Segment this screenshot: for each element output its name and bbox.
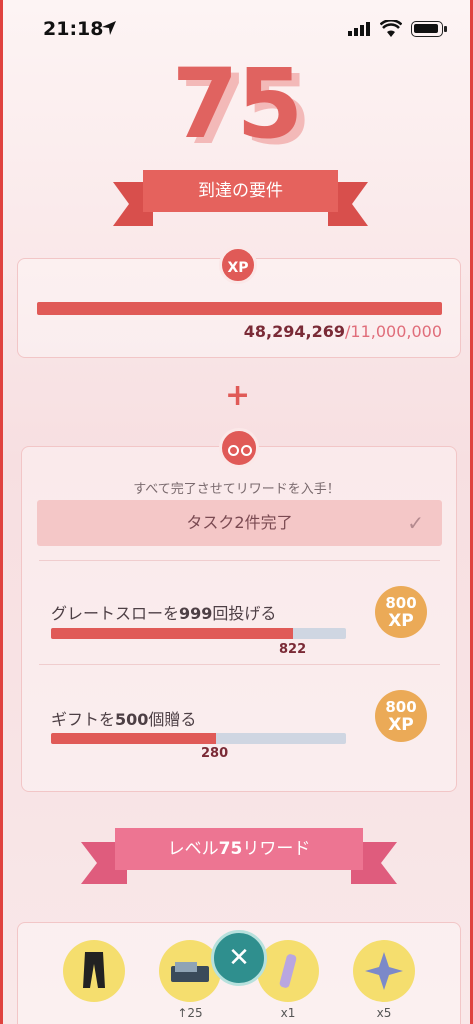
binoculars-icon bbox=[219, 428, 259, 468]
status-bar: 21:18 bbox=[3, 0, 470, 52]
task-2-progress-bar bbox=[51, 733, 346, 744]
location-arrow-icon bbox=[102, 21, 116, 35]
tasks-completed-label: タスク2件完了 bbox=[186, 513, 293, 532]
xp-total: /11,000,000 bbox=[345, 322, 442, 341]
task-2-reward-badge: 800 XP bbox=[375, 690, 427, 742]
battery-icon bbox=[411, 21, 447, 37]
xp-current: 48,294,269 bbox=[243, 322, 345, 341]
clock: 21:18 bbox=[43, 18, 104, 40]
pants-icon[interactable] bbox=[63, 940, 125, 1002]
task-2-progress-fill bbox=[51, 733, 217, 744]
star-piece-icon[interactable] bbox=[353, 940, 415, 1002]
xp-progress-text: 48,294,269/11,000,000 bbox=[3, 322, 442, 341]
level-rewards-ribbon: レベル75リワード bbox=[81, 828, 397, 884]
task-1-label: グレートスローを999回投げる bbox=[51, 604, 277, 623]
task-2-label: ギフトを500個贈る bbox=[51, 710, 197, 729]
cellular-signal-icon bbox=[348, 22, 370, 36]
tasks-subtitle: すべて完了させてリワードを入手！ bbox=[133, 482, 340, 497]
close-icon: ✕ bbox=[228, 943, 250, 973]
close-button[interactable]: ✕ bbox=[211, 930, 267, 986]
task-1-reward-badge: 800 XP bbox=[375, 586, 427, 638]
level-rewards-title: レベル75リワード bbox=[115, 828, 363, 870]
tasks-completed-box[interactable]: タスク2件完了 ✓ bbox=[37, 500, 442, 546]
check-icon: ✓ bbox=[407, 511, 424, 535]
divider bbox=[39, 664, 440, 665]
wifi-icon bbox=[380, 20, 402, 37]
task-1-progress-fill bbox=[51, 628, 293, 639]
task-1-value: 822 bbox=[279, 642, 307, 657]
star-piece-count: x5 bbox=[376, 1006, 392, 1020]
task-1-progress-bar bbox=[51, 628, 346, 639]
potion-icon[interactable] bbox=[257, 940, 319, 1002]
requirements-title: 到達の要件 bbox=[143, 170, 338, 212]
level-number: 75 bbox=[171, 48, 304, 160]
potion-count: x1 bbox=[280, 1006, 296, 1020]
requirements-ribbon: 到達の要件 bbox=[113, 170, 368, 226]
device-count: ↑25 bbox=[177, 1006, 203, 1020]
plus-sign: + bbox=[225, 378, 251, 413]
xp-progress-bar bbox=[37, 302, 442, 315]
task-2-value: 280 bbox=[201, 746, 229, 761]
xp-badge: XP bbox=[219, 246, 257, 284]
screen: 21:18 75 到達の要件 XP 48,294,269/11,000,000 … bbox=[0, 0, 473, 1024]
divider bbox=[39, 560, 440, 561]
